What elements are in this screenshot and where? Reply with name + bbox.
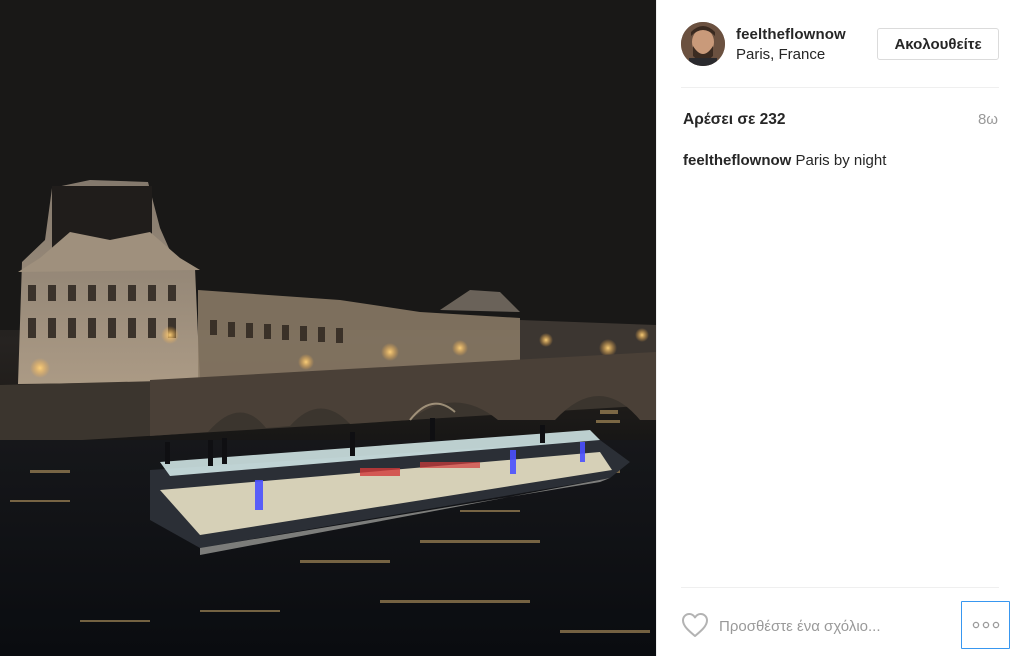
post-details-panel: feeltheflownow Paris, France Ακολουθείτε… — [656, 0, 1026, 656]
night-paris-photo — [0, 0, 656, 656]
caption-text: Paris by night — [791, 152, 887, 169]
following-button[interactable]: Ακολουθείτε — [877, 28, 999, 60]
username-link[interactable]: feeltheflownow — [736, 26, 846, 43]
ellipsis-icon — [972, 621, 999, 629]
likes-count[interactable]: Αρέσει σε 232 — [683, 111, 785, 129]
post-header: feeltheflownow Paris, France Ακολουθείτε — [681, 20, 999, 68]
avatar[interactable] — [681, 22, 725, 66]
avatar-photo-icon — [681, 22, 725, 66]
post-photo[interactable] — [0, 0, 656, 656]
footer-divider — [681, 587, 999, 588]
caption: feeltheflownow Paris by night — [683, 152, 886, 169]
header-divider — [681, 87, 999, 88]
post-timestamp[interactable]: 8ω — [978, 111, 998, 128]
comment-input[interactable] — [719, 612, 949, 640]
heart-icon — [682, 613, 708, 637]
more-options-button[interactable] — [961, 601, 1010, 649]
like-button[interactable] — [681, 612, 709, 638]
location-link[interactable]: Paris, France — [736, 46, 825, 63]
caption-username[interactable]: feeltheflownow — [683, 152, 791, 169]
